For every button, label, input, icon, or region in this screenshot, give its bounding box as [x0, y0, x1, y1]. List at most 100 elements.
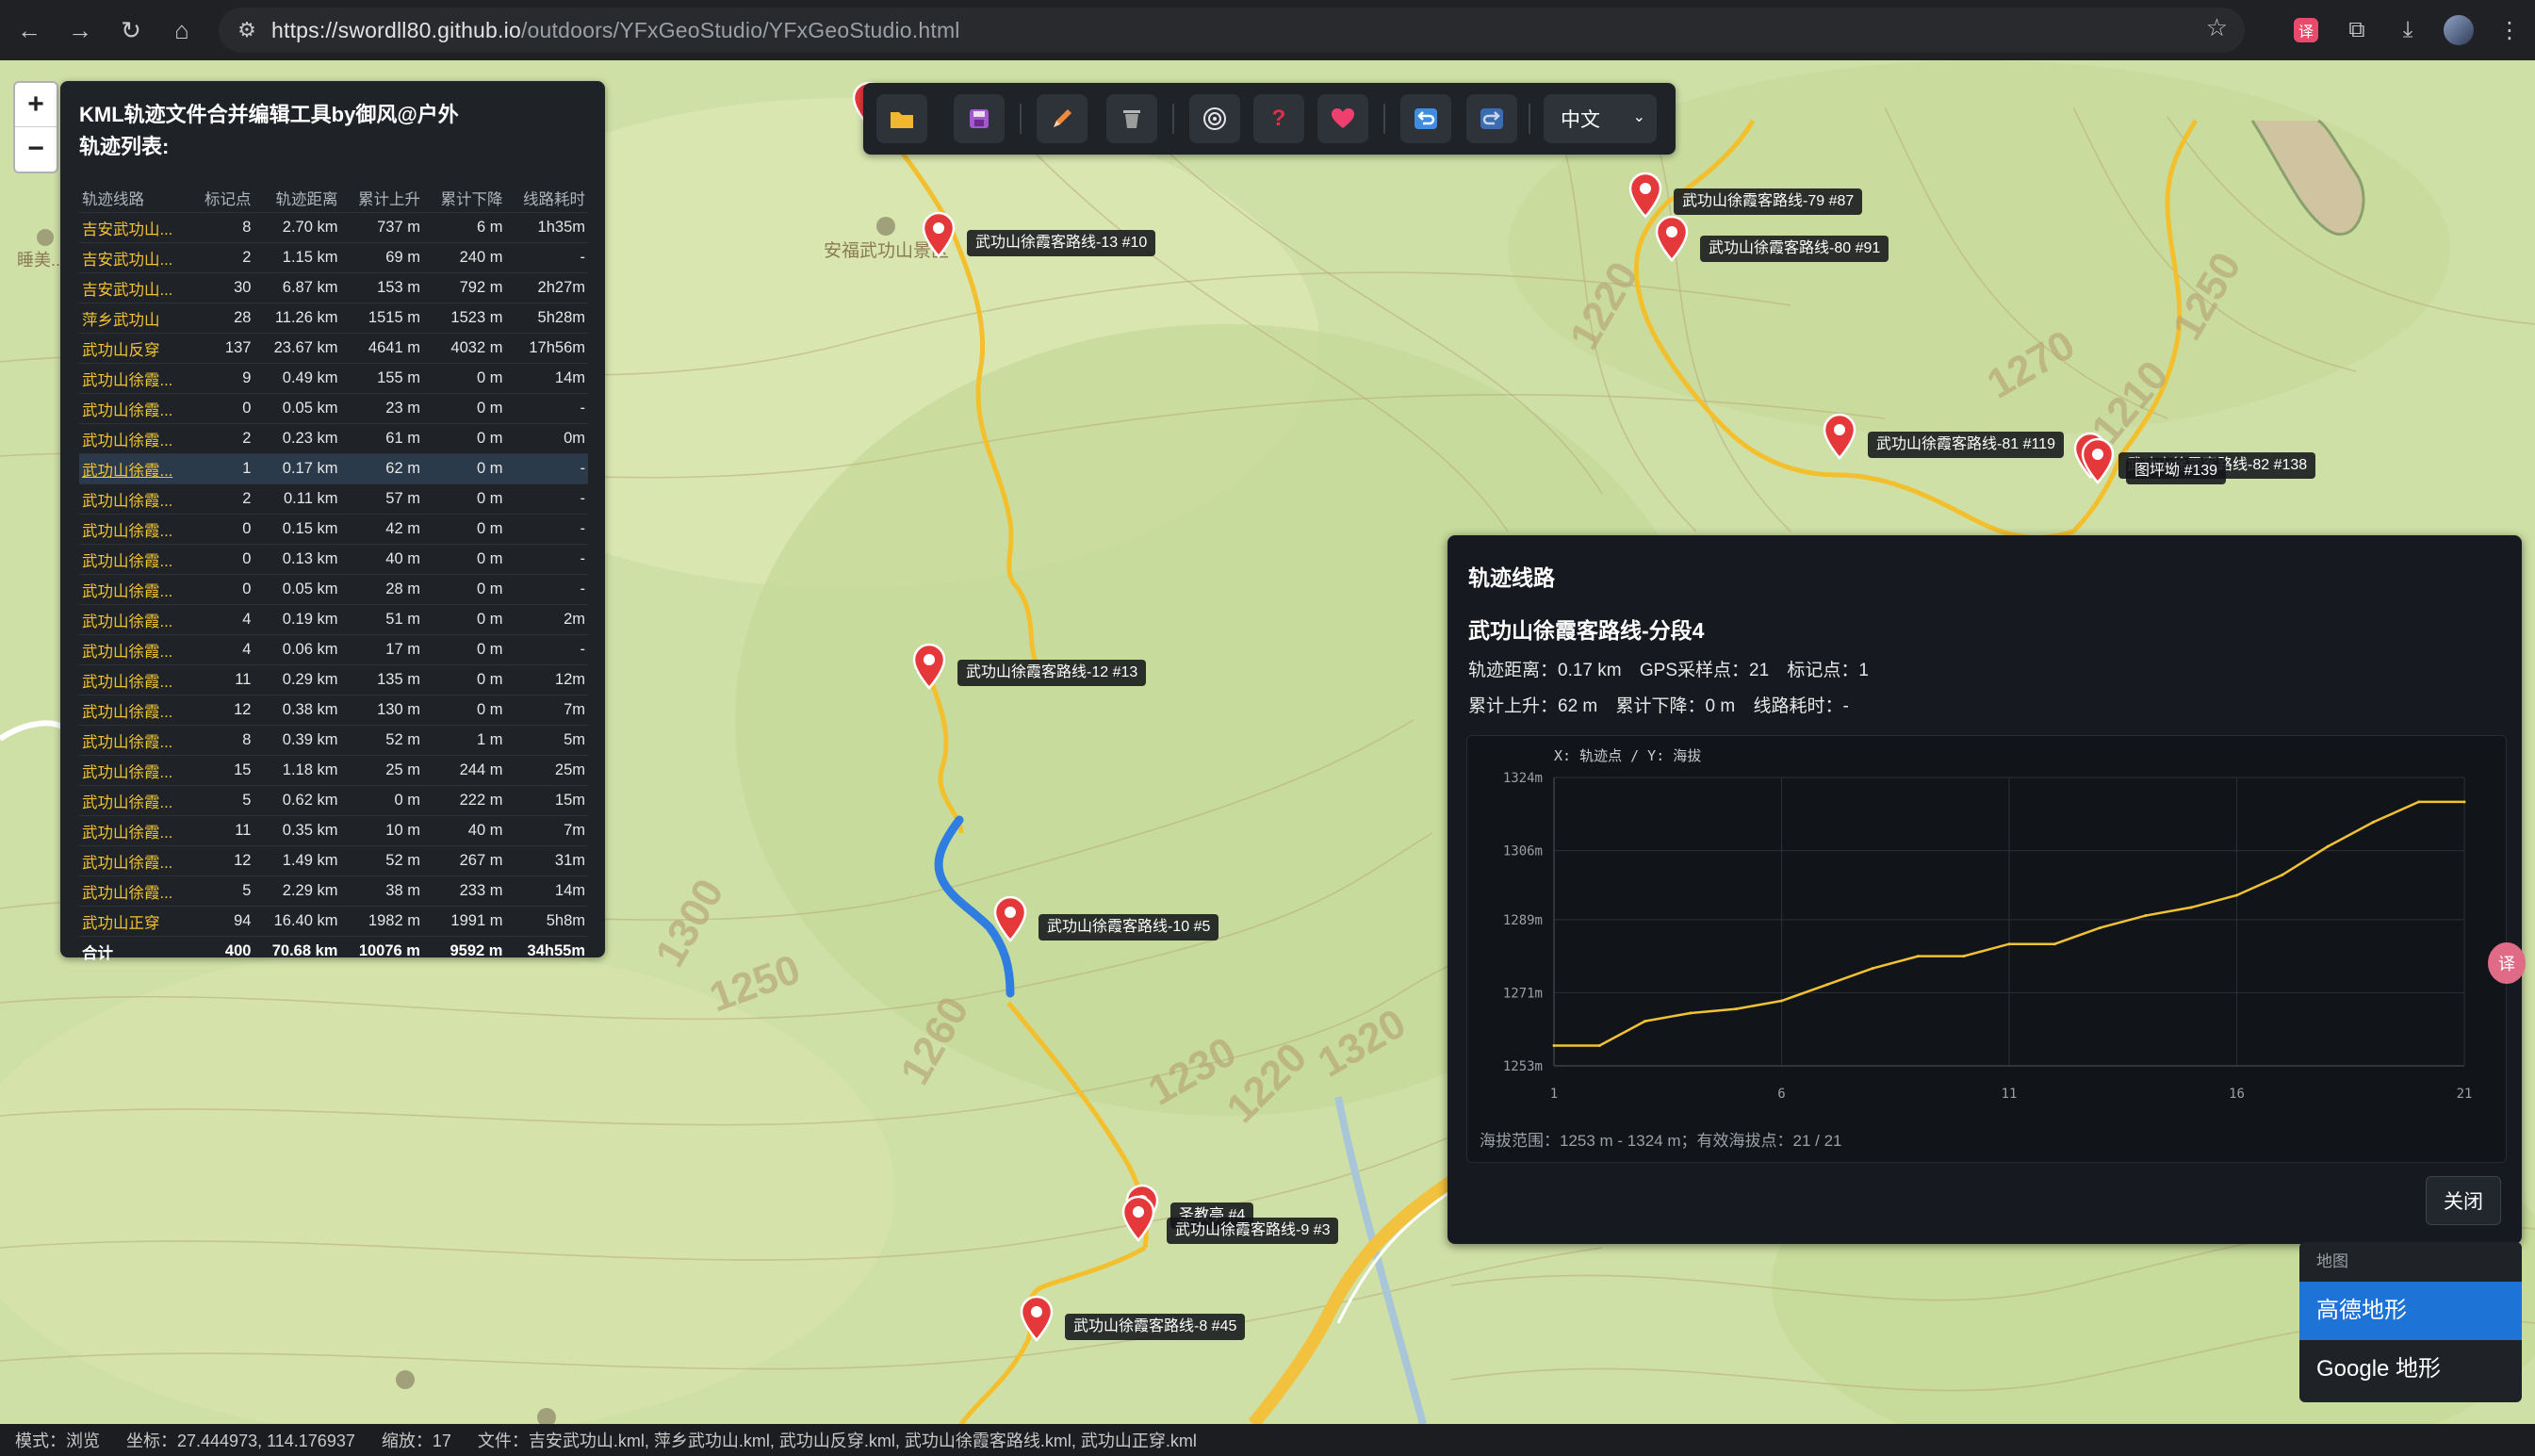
table-row[interactable]: 武功山徐霞... 9 0.49 km 155 m0 m 14m	[79, 363, 588, 394]
table-cell: 69 m	[340, 242, 423, 273]
map-marker-label[interactable]: 武功山徐霞客路线-10 #5	[1039, 914, 1219, 941]
table-row[interactable]: 武功山徐霞... 2 0.23 km 61 m0 m 0m	[79, 423, 588, 454]
map-marker-label[interactable]: 武功山徐霞客路线-13 #10	[967, 230, 1156, 256]
table-row[interactable]: 武功山徐霞... 0 0.15 km 42 m0 m-	[79, 514, 588, 545]
map-pin-icon[interactable]	[991, 895, 1029, 942]
table-cell: 28 m	[340, 574, 423, 605]
table-row[interactable]: 武功山徐霞... 5 0.62 km 0 m 222 m 15m	[79, 785, 588, 816]
save-button[interactable]	[954, 94, 1005, 143]
layer-option-google-terrain[interactable]: Google 地形	[2299, 1340, 2522, 1399]
table-row[interactable]: 萍乡武功山 28 11.26 km 1515 m 1523 m 5h28m	[79, 303, 588, 334]
table-row[interactable]: 武功山徐霞... 15 1.18 km 25 m 244 m 25m	[79, 755, 588, 786]
track-name-link[interactable]: 武功山徐霞...	[79, 664, 190, 695]
layer-option-amap-terrain[interactable]: 高德地形	[2299, 1282, 2522, 1340]
map-marker-label[interactable]: 武功山徐霞客路线-80 #91	[1700, 236, 1889, 262]
track-name-link[interactable]: 武功山徐霞...	[79, 574, 190, 605]
map-marker-label[interactable]: 武功山徐霞客路线-79 #87	[1674, 188, 1863, 215]
table-cell: 1.49 km	[254, 845, 341, 876]
track-name-link[interactable]: 武功山徐霞...	[79, 544, 190, 575]
track-name-link[interactable]: 武功山徐霞...	[79, 845, 190, 876]
track-name-link[interactable]: 吉安武功山...	[79, 272, 190, 303]
table-row[interactable]: 武功山徐霞... 8 0.39 km 52 m1 m 5m	[79, 725, 588, 756]
url-text[interactable]: https://swordll80.github.io/outdoors/YFx…	[271, 18, 960, 43]
map-pin-icon[interactable]	[1627, 172, 1664, 219]
track-name-link[interactable]: 武功山徐霞...	[79, 393, 190, 424]
map-pin-icon[interactable]	[2079, 437, 2117, 484]
map-pin-icon[interactable]	[1821, 413, 1858, 460]
track-name-link[interactable]: 武功山徐霞...	[79, 755, 190, 786]
map-marker-label[interactable]: 武功山徐霞客路线-81 #119	[1868, 432, 2064, 458]
table-row[interactable]: 武功山徐霞... 4 0.06 km 17 m0 m-	[79, 634, 588, 665]
table-row[interactable]: 武功山徐霞... 11 0.29 km 135 m0 m 12m	[79, 664, 588, 695]
track-name-link[interactable]: 武功山徐霞...	[79, 423, 190, 454]
track-name-link[interactable]: 武功山正穿	[79, 906, 190, 937]
close-button[interactable]: 关闭	[2426, 1176, 2501, 1225]
address-bar[interactable]: ⚙ https://swordll80.github.io/outdoors/Y…	[219, 8, 2245, 53]
home-icon[interactable]: ⌂	[160, 8, 204, 52]
track-name-link[interactable]: 萍乡武功山	[79, 303, 190, 334]
extension-icon[interactable]: 译	[2281, 5, 2331, 56]
undo-button[interactable]	[1400, 94, 1451, 143]
table-row[interactable]: 武功山反穿 137 23.67 km 4641 m 4032 m 17h56m	[79, 333, 588, 364]
table-row[interactable]: 武功山徐霞... 11 0.35 km 10 m 40 m 7m	[79, 815, 588, 846]
zoom-out-button[interactable]: −	[15, 126, 57, 171]
track-name-link[interactable]: 武功山徐霞...	[79, 815, 190, 846]
map-pin-icon[interactable]	[910, 643, 948, 690]
menu-dots-icon[interactable]: ⋮	[2484, 5, 2535, 56]
reload-icon[interactable]: ↻	[109, 8, 153, 52]
table-cell: 0.49 km	[254, 363, 341, 394]
puzzle-icon[interactable]: ⧉	[2331, 5, 2382, 56]
download-icon[interactable]: ⤓	[2382, 5, 2433, 56]
profile-avatar[interactable]	[2433, 5, 2484, 56]
map-marker-label[interactable]: 武功山徐霞客路线-8 #45	[1065, 1314, 1246, 1340]
edit-button[interactable]	[1037, 94, 1088, 143]
track-name-link[interactable]: 吉安武功山...	[79, 212, 190, 243]
locate-button[interactable]	[1189, 94, 1240, 143]
track-name-link[interactable]: 吉安武功山...	[79, 242, 190, 273]
table-row[interactable]: 吉安武功山... 2 1.15 km 69 m 240 m-	[79, 242, 588, 273]
track-name-link[interactable]: 武功山反穿	[79, 333, 190, 364]
track-name-link[interactable]: 武功山徐霞...	[79, 604, 190, 635]
table-row[interactable]: 武功山徐霞... 0 0.13 km 40 m0 m-	[79, 544, 588, 575]
table-row[interactable]: 武功山徐霞... 5 2.29 km 38 m 233 m 14m	[79, 875, 588, 907]
map-pin-icon[interactable]	[1018, 1295, 1055, 1342]
table-row[interactable]: 武功山徐霞... 1 0.17 km 62 m0 m-	[79, 453, 588, 484]
translate-extension-icon[interactable]: 译	[2488, 942, 2526, 984]
table-row[interactable]: 武功山正穿 94 16.40 km 1982 m 1991 m 5h8m	[79, 906, 588, 937]
bookmark-star-icon[interactable]: ☆	[2206, 13, 2228, 42]
table-row[interactable]: 武功山徐霞... 2 0.11 km 57 m0 m-	[79, 483, 588, 515]
status-coords: 坐标：27.444973, 114.176937	[126, 1431, 355, 1450]
redo-button[interactable]	[1466, 94, 1517, 143]
help-button[interactable]: ?	[1253, 94, 1304, 143]
delete-button[interactable]	[1106, 94, 1157, 143]
table-row[interactable]: 吉安武功山... 30 6.87 km 153 m 792 m 2h27m	[79, 272, 588, 303]
table-row[interactable]: 武功山徐霞... 4 0.19 km 51 m0 m 2m	[79, 604, 588, 635]
map-pin-icon[interactable]	[1120, 1195, 1157, 1242]
map-marker-label[interactable]: 武功山徐霞客路线-9 #3	[1167, 1218, 1339, 1244]
track-name-link[interactable]: 武功山徐霞...	[79, 514, 190, 545]
table-row[interactable]: 武功山徐霞... 0 0.05 km 23 m0 m-	[79, 393, 588, 424]
track-name-link[interactable]: 武功山徐霞...	[79, 725, 190, 756]
language-select[interactable]: 中文 ⌄	[1544, 94, 1657, 143]
site-settings-icon[interactable]: ⚙	[228, 11, 266, 49]
zoom-in-button[interactable]: +	[15, 83, 57, 126]
open-file-button[interactable]	[876, 94, 927, 143]
table-row[interactable]: 吉安武功山... 8 2.70 km 737 m6 m 1h35m	[79, 212, 588, 243]
map-pin-icon[interactable]	[920, 211, 957, 258]
track-name-link[interactable]: 武功山徐霞...	[79, 695, 190, 726]
map-marker-label[interactable]: 武功山徐霞客路线-12 #13	[957, 660, 1147, 686]
forward-icon[interactable]: →	[58, 8, 102, 52]
track-name-link[interactable]: 武功山徐霞...	[79, 785, 190, 816]
map-marker-label[interactable]: 图坪坳 #139	[2126, 458, 2227, 484]
table-row[interactable]: 武功山徐霞... 12 1.49 km 52 m 267 m 31m	[79, 845, 588, 876]
track-name-link[interactable]: 武功山徐霞...	[79, 483, 190, 515]
track-name-link[interactable]: 武功山徐霞...	[79, 875, 190, 907]
track-name-link[interactable]: 武功山徐霞...	[79, 363, 190, 394]
favorite-button[interactable]	[1317, 94, 1368, 143]
track-name-link[interactable]: 武功山徐霞...	[79, 453, 190, 484]
back-icon[interactable]: ←	[8, 8, 51, 52]
map-pin-icon[interactable]	[1653, 215, 1691, 262]
table-row[interactable]: 武功山徐霞... 12 0.38 km 130 m0 m 7m	[79, 695, 588, 726]
table-row[interactable]: 武功山徐霞... 0 0.05 km 28 m0 m-	[79, 574, 588, 605]
track-name-link[interactable]: 武功山徐霞...	[79, 634, 190, 665]
